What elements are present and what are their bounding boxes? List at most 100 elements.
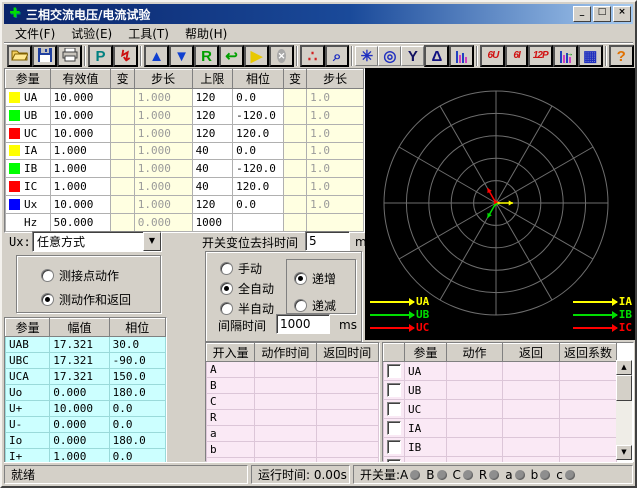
- mode-6u-button[interactable]: 6U: [480, 45, 505, 67]
- param-value-cell[interactable]: -120.0: [233, 106, 284, 124]
- menu-item-2[interactable]: 工具(T): [121, 24, 176, 43]
- param-value-cell[interactable]: 1.000: [50, 160, 111, 178]
- column-header[interactable]: 参量: [6, 319, 50, 337]
- param-value-cell[interactable]: 0.0: [233, 88, 284, 106]
- run-test-button[interactable]: ▶: [244, 45, 269, 67]
- param-value-cell[interactable]: 10.000: [50, 124, 111, 142]
- result-table-scrollbar[interactable]: ▲ ▼: [616, 360, 632, 460]
- radio-手动[interactable]: 手动: [220, 260, 274, 277]
- radio-测接点动作[interactable]: 测接点动作: [41, 267, 131, 284]
- param-value-cell[interactable]: 120: [192, 124, 233, 142]
- column-header[interactable]: 步长: [307, 70, 364, 89]
- close-button[interactable]: ×: [613, 6, 631, 22]
- param-value-cell[interactable]: 0.0: [233, 142, 284, 160]
- radio-全自动[interactable]: 全自动: [220, 280, 274, 297]
- param-value-cell[interactable]: 40: [192, 160, 233, 178]
- checkbox[interactable]: [387, 440, 401, 454]
- column-header[interactable]: 有效值: [50, 70, 111, 89]
- debounce-input[interactable]: [305, 231, 350, 251]
- switch-indicator-c: [565, 470, 575, 480]
- param-value-cell[interactable]: 1.000: [50, 142, 111, 160]
- interval-input[interactable]: [276, 314, 330, 334]
- column-header[interactable]: [384, 344, 405, 362]
- harmonic-output-button[interactable]: →: [553, 45, 578, 67]
- derived-cell: U+: [6, 401, 50, 417]
- column-header[interactable]: 相位: [109, 319, 165, 337]
- bar-graph-view-button[interactable]: [449, 45, 474, 67]
- print-button[interactable]: [57, 45, 82, 67]
- column-header[interactable]: 相位: [233, 70, 284, 89]
- wye-connection-view-button[interactable]: Y: [401, 46, 424, 66]
- mode-12p-button[interactable]: 12P: [528, 45, 553, 67]
- radio-测动作和返回[interactable]: 测动作和返回: [41, 291, 131, 308]
- zoom-view-button[interactable]: ⌕: [325, 45, 349, 67]
- param-value-cell[interactable]: 120.0: [233, 124, 284, 142]
- vector-diagram-view-button[interactable]: ✳: [355, 46, 378, 66]
- param-value-cell: 1.000: [134, 142, 192, 160]
- delta-connection-view-button[interactable]: Δ: [424, 45, 449, 67]
- menu-item-3[interactable]: 帮助(H): [178, 24, 234, 43]
- title-bar[interactable]: ✚ 三相交流电压/电流试验 _ □ ×: [4, 4, 633, 24]
- checkbox[interactable]: [387, 383, 401, 397]
- radio-递减[interactable]: 递减: [294, 297, 336, 314]
- param-value-cell[interactable]: 0.0: [233, 196, 284, 214]
- param-value-cell[interactable]: 10.000: [50, 106, 111, 124]
- power-output-button[interactable]: ↯: [113, 45, 138, 67]
- column-header[interactable]: 参量: [6, 70, 51, 89]
- ux-mode-dropdown[interactable]: 任意方式 ▼: [32, 231, 162, 252]
- mode-6i-button[interactable]: 6I: [505, 45, 527, 67]
- column-header[interactable]: 动作: [447, 344, 503, 362]
- param-name-cell: UA: [405, 362, 447, 381]
- column-header[interactable]: 返回时间: [316, 344, 378, 362]
- param-value-cell[interactable]: 1000: [192, 214, 233, 232]
- stop-test-button[interactable]: ✕: [269, 45, 294, 67]
- radio-递增[interactable]: 递增: [294, 270, 336, 287]
- param-value-cell[interactable]: 40: [192, 178, 233, 196]
- maximize-button[interactable]: □: [593, 6, 611, 22]
- menu-item-0[interactable]: 文件(F): [8, 24, 62, 43]
- column-header[interactable]: 动作时间: [255, 344, 316, 362]
- checkbox[interactable]: [387, 364, 401, 378]
- param-value-cell[interactable]: 10.000: [50, 88, 111, 106]
- column-header[interactable]: 变: [283, 70, 306, 89]
- param-value-cell[interactable]: 120: [192, 106, 233, 124]
- pause-button[interactable]: P: [88, 45, 113, 67]
- minimize-button[interactable]: _: [573, 6, 591, 22]
- param-value-cell[interactable]: [233, 214, 284, 232]
- column-header[interactable]: 上限: [192, 70, 233, 89]
- step-up-button[interactable]: ▲: [144, 45, 169, 67]
- param-value-cell[interactable]: 40: [192, 142, 233, 160]
- reset-button[interactable]: R: [194, 45, 219, 67]
- column-header[interactable]: 参量: [405, 344, 447, 362]
- checkbox[interactable]: [387, 402, 401, 416]
- chevron-down-icon[interactable]: ▼: [143, 232, 161, 251]
- connection-diagram-button[interactable]: ∴: [300, 45, 325, 67]
- open-file-button[interactable]: [7, 45, 32, 67]
- column-header[interactable]: 返回系数: [560, 344, 617, 362]
- column-header[interactable]: 变: [111, 70, 134, 89]
- save-file-button[interactable]: [32, 45, 57, 67]
- scroll-up-icon[interactable]: ▲: [616, 360, 632, 375]
- undo-button[interactable]: ↩: [219, 45, 244, 67]
- scrollbar-thumb[interactable]: [616, 375, 632, 401]
- return-time-cell: [316, 426, 378, 442]
- column-header[interactable]: 步长: [134, 70, 192, 89]
- param-value-cell[interactable]: -120.0: [233, 160, 284, 178]
- param-value-cell[interactable]: 120: [192, 88, 233, 106]
- radio-半自动[interactable]: 半自动: [220, 300, 274, 317]
- menu-item-1[interactable]: 试验(E): [64, 24, 119, 43]
- step-down-button[interactable]: ▼: [169, 45, 194, 67]
- column-header[interactable]: 返回: [503, 344, 560, 362]
- column-header[interactable]: 幅值: [50, 319, 109, 337]
- scroll-down-icon[interactable]: ▼: [616, 445, 632, 460]
- param-value-cell[interactable]: 10.000: [50, 196, 111, 214]
- param-value-cell[interactable]: 50.000: [50, 214, 111, 232]
- param-value-cell[interactable]: 1.000: [50, 178, 111, 196]
- circle-diagram-view-button[interactable]: ◎: [378, 46, 401, 66]
- help-button[interactable]: ?: [609, 45, 634, 67]
- checkbox[interactable]: [387, 421, 401, 435]
- column-header[interactable]: 开入量: [207, 344, 255, 362]
- calculator-button[interactable]: ▦: [578, 45, 603, 67]
- param-value-cell[interactable]: 120: [192, 196, 233, 214]
- param-value-cell[interactable]: 120.0: [233, 178, 284, 196]
